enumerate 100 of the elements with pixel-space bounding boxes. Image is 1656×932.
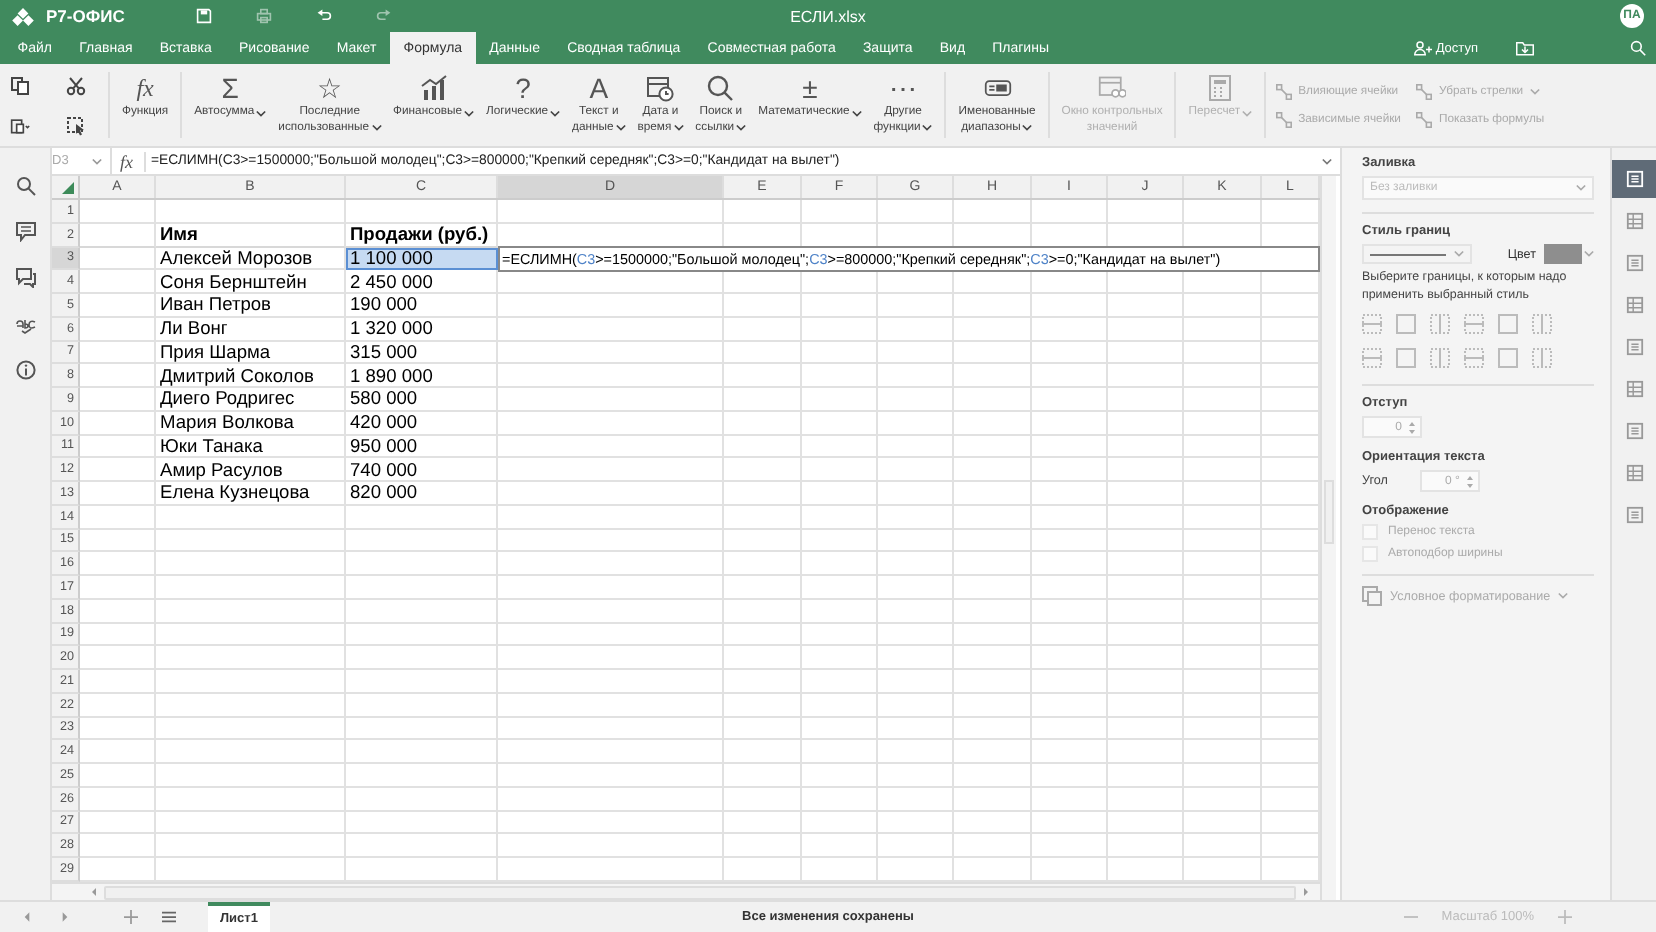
table-cell <box>80 341 156 365</box>
chat-icon[interactable] <box>15 268 35 288</box>
table-cell <box>1032 529 1108 553</box>
border-icon[interactable] <box>1532 348 1552 368</box>
table-cell <box>802 341 878 365</box>
table-cell <box>1184 811 1262 835</box>
table-cell <box>724 411 802 435</box>
print-icon[interactable] <box>256 8 273 24</box>
border-icon[interactable] <box>1362 348 1382 368</box>
table-cell <box>1108 787 1184 811</box>
spellcheck-icon[interactable] <box>15 314 35 334</box>
table-cell <box>724 693 802 717</box>
save-icon[interactable] <box>196 8 213 24</box>
expand-icon[interactable] <box>1322 157 1332 165</box>
caret-icon[interactable] <box>92 157 102 165</box>
table-cell <box>1032 411 1108 435</box>
table-cell <box>1032 505 1108 529</box>
table-cell <box>1032 552 1108 576</box>
caret-icon <box>673 124 684 133</box>
table-cell <box>724 529 802 553</box>
select-icon[interactable] <box>66 115 86 135</box>
sheet-list-icon[interactable] <box>162 910 176 924</box>
table-cell <box>80 247 156 271</box>
panel-icon <box>1625 506 1643 524</box>
comment-icon[interactable] <box>15 222 35 242</box>
calendar-clock-icon <box>646 73 675 101</box>
window-icon <box>1098 73 1127 101</box>
table-cell <box>802 505 878 529</box>
table-cell <box>954 670 1032 694</box>
caret-icon <box>1558 592 1569 600</box>
table-cell <box>80 834 156 858</box>
table-cell: Алексей Морозов <box>156 247 346 271</box>
table-cell <box>724 623 802 647</box>
table-cell <box>80 787 156 811</box>
paste-icon[interactable] <box>10 115 30 135</box>
table-cell: Соня Бернштейн <box>156 270 346 294</box>
scrollbar-thumb[interactable] <box>1324 480 1334 544</box>
folder-icon[interactable] <box>1516 40 1534 56</box>
caret-icon <box>1584 250 1594 258</box>
table-cell <box>878 787 954 811</box>
search-icon[interactable] <box>15 176 35 196</box>
table-cell <box>1032 294 1108 318</box>
app-logo: Р7-ОФИС <box>46 6 125 26</box>
table-cell <box>954 811 1032 835</box>
table-cell <box>80 270 156 294</box>
table-cell <box>954 482 1032 506</box>
previous-sheet-icon[interactable] <box>20 910 34 924</box>
color-picker[interactable] <box>1544 244 1594 264</box>
border-icon[interactable] <box>1532 314 1552 334</box>
table-cell <box>724 764 802 788</box>
caret-icon <box>736 124 747 133</box>
cut-icon[interactable] <box>66 75 86 95</box>
table-cell <box>802 670 878 694</box>
border-icon[interactable] <box>1464 348 1484 368</box>
table-cell <box>80 458 156 482</box>
table-cell <box>1184 693 1262 717</box>
zoom-out-icon[interactable] <box>1403 910 1418 924</box>
spinner-arrows-icon <box>1465 473 1474 489</box>
table-cell <box>1032 670 1108 694</box>
table-cell: Диего Родригес <box>156 388 346 412</box>
table-cell <box>1108 317 1184 341</box>
info-icon[interactable] <box>15 360 35 380</box>
line-style-dropdown[interactable] <box>1362 244 1472 264</box>
table-cell: Дмитрий Соколов <box>156 364 346 388</box>
table-cell <box>802 576 878 600</box>
spinner-arrows-icon <box>1408 419 1416 435</box>
table-cell <box>724 811 802 835</box>
table-cell <box>724 670 802 694</box>
table-cell <box>1032 764 1108 788</box>
select-all-icon[interactable] <box>62 182 74 194</box>
overlapping-squares-icon <box>1362 586 1382 606</box>
table-cell <box>1032 341 1108 365</box>
table-cell <box>724 787 802 811</box>
next-sheet-icon[interactable] <box>58 910 72 924</box>
table-cell <box>1108 623 1184 647</box>
table-cell <box>80 482 156 506</box>
table-cell <box>1032 623 1108 647</box>
table-cell <box>954 435 1032 459</box>
table-cell <box>80 599 156 623</box>
table-cell <box>802 623 878 647</box>
table-cell <box>802 740 878 764</box>
border-icon[interactable] <box>1430 314 1450 334</box>
zoom-in-icon[interactable] <box>1558 910 1572 924</box>
border-icon[interactable] <box>1430 348 1450 368</box>
add-sheet-icon[interactable] <box>124 910 138 924</box>
redo-icon[interactable] <box>376 8 393 24</box>
undo-icon[interactable] <box>316 8 333 24</box>
people-icon[interactable] <box>1413 40 1432 56</box>
border-icon[interactable] <box>1464 314 1484 334</box>
table-cell: 1 320 000 <box>346 317 498 341</box>
table-cell <box>954 740 1032 764</box>
panel-icon <box>1625 296 1643 314</box>
table-cell <box>724 505 802 529</box>
table-cell <box>80 670 156 694</box>
table-cell <box>1184 364 1262 388</box>
border-icon[interactable] <box>1362 314 1382 334</box>
copy-icon[interactable] <box>10 75 30 95</box>
search-icon[interactable] <box>1630 40 1646 56</box>
panel-tab[interactable] <box>1612 160 1656 198</box>
scrollbar-thumb[interactable] <box>104 885 1296 899</box>
